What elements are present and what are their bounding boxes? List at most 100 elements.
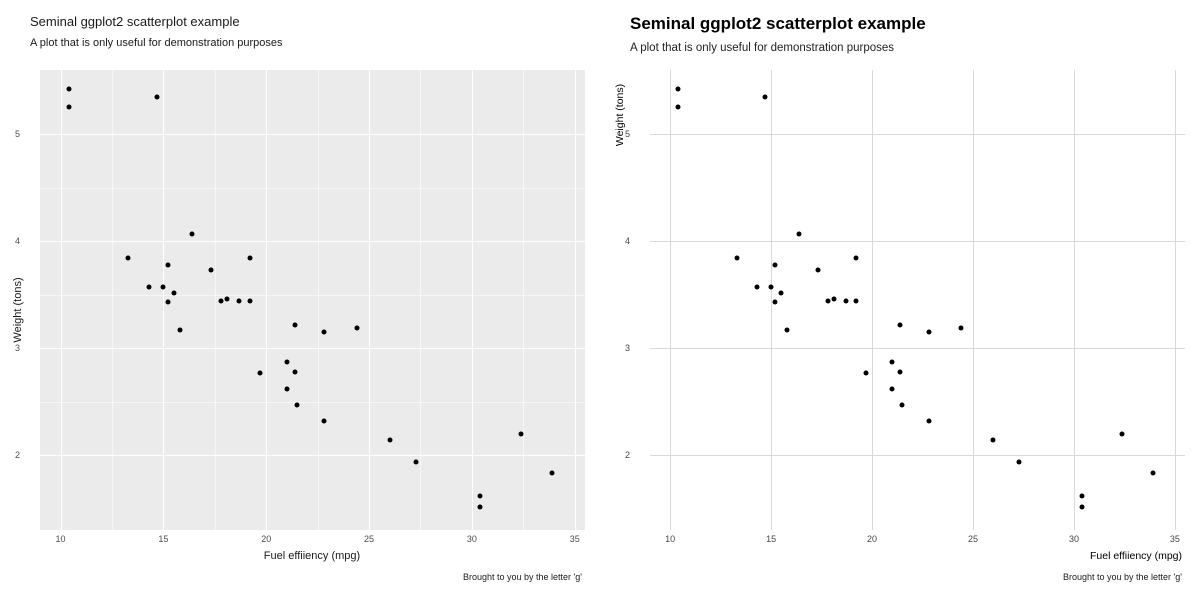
data-point bbox=[293, 323, 298, 328]
data-point bbox=[519, 431, 524, 436]
x-tick-label: 25 bbox=[968, 534, 978, 544]
chart-title: Seminal ggplot2 scatterplot example bbox=[630, 14, 1200, 34]
chart-right: Seminal ggplot2 scatterplot example A pl… bbox=[600, 0, 1200, 600]
data-point bbox=[734, 256, 739, 261]
x-tick-label: 15 bbox=[766, 534, 776, 544]
data-point bbox=[295, 403, 300, 408]
y-tick-label: 4 bbox=[15, 236, 20, 246]
data-point bbox=[66, 86, 71, 91]
y-tick-label: 4 bbox=[625, 236, 630, 246]
data-point bbox=[676, 86, 681, 91]
data-point bbox=[853, 255, 858, 260]
data-point bbox=[797, 231, 802, 236]
x-tick-label: 35 bbox=[570, 534, 580, 544]
data-point bbox=[769, 285, 774, 290]
data-point bbox=[755, 285, 760, 290]
data-point bbox=[900, 403, 905, 408]
chart-left: Seminal ggplot2 scatterplot example A pl… bbox=[0, 0, 600, 600]
data-point bbox=[354, 325, 359, 330]
x-axis-label: Fuel effiiency (mpg) bbox=[264, 550, 360, 562]
panel-background bbox=[40, 70, 585, 530]
y-tick-label: 3 bbox=[625, 343, 630, 353]
data-point bbox=[898, 323, 903, 328]
data-point bbox=[177, 327, 182, 332]
data-point bbox=[478, 494, 483, 499]
data-point bbox=[864, 370, 869, 375]
plot-area bbox=[40, 70, 585, 530]
y-tick-label: 2 bbox=[625, 450, 630, 460]
y-tick-label: 5 bbox=[15, 129, 20, 139]
chart-pair: Seminal ggplot2 scatterplot example A pl… bbox=[0, 0, 1200, 600]
data-point bbox=[165, 262, 170, 267]
data-point bbox=[1080, 505, 1085, 510]
data-point bbox=[293, 369, 298, 374]
data-point bbox=[258, 370, 263, 375]
data-point bbox=[387, 438, 392, 443]
x-tick-label: 15 bbox=[158, 534, 168, 544]
y-tick-label: 2 bbox=[15, 450, 20, 460]
x-tick-label: 35 bbox=[1170, 534, 1180, 544]
data-point bbox=[843, 299, 848, 304]
x-tick-label: 30 bbox=[467, 534, 477, 544]
x-tick-label: 10 bbox=[665, 534, 675, 544]
data-point bbox=[1150, 470, 1155, 475]
data-point bbox=[147, 285, 152, 290]
data-point bbox=[247, 255, 252, 260]
x-axis-label: Fuel effiiency (mpg) bbox=[1090, 550, 1182, 562]
chart-caption: Brought to you by the letter 'g' bbox=[1063, 572, 1182, 582]
x-tick-label: 20 bbox=[867, 534, 877, 544]
data-point bbox=[161, 285, 166, 290]
data-point bbox=[155, 95, 160, 100]
data-point bbox=[1120, 431, 1125, 436]
data-point bbox=[890, 359, 895, 364]
data-point bbox=[171, 290, 176, 295]
x-tick-label: 30 bbox=[1069, 534, 1079, 544]
data-point bbox=[773, 262, 778, 267]
data-point bbox=[831, 296, 836, 301]
data-point bbox=[676, 105, 681, 110]
data-point bbox=[284, 359, 289, 364]
data-point bbox=[815, 268, 820, 273]
y-axis-label: Weight (tons) bbox=[12, 277, 24, 342]
data-point bbox=[991, 438, 996, 443]
data-point bbox=[225, 296, 230, 301]
data-point bbox=[218, 299, 223, 304]
data-point bbox=[890, 386, 895, 391]
data-point bbox=[208, 268, 213, 273]
data-point bbox=[321, 418, 326, 423]
chart-title: Seminal ggplot2 scatterplot example bbox=[30, 14, 600, 29]
chart-subtitle: A plot that is only useful for demonstra… bbox=[30, 37, 600, 49]
data-point bbox=[478, 505, 483, 510]
data-point bbox=[825, 299, 830, 304]
data-point bbox=[126, 256, 131, 261]
data-point bbox=[853, 299, 858, 304]
data-point bbox=[763, 95, 768, 100]
x-tick-label: 10 bbox=[56, 534, 66, 544]
data-point bbox=[926, 418, 931, 423]
data-point bbox=[779, 290, 784, 295]
data-point bbox=[926, 330, 931, 335]
data-point bbox=[550, 470, 555, 475]
data-point bbox=[165, 299, 170, 304]
data-point bbox=[773, 299, 778, 304]
title-block: Seminal ggplot2 scatterplot example A pl… bbox=[600, 0, 1200, 54]
data-point bbox=[785, 327, 790, 332]
plot-area bbox=[650, 70, 1185, 530]
data-point bbox=[190, 231, 195, 236]
y-tick-label: 5 bbox=[625, 129, 630, 139]
chart-caption: Brought to you by the letter 'g' bbox=[463, 572, 582, 582]
x-tick-label: 25 bbox=[364, 534, 374, 544]
y-tick-label: 3 bbox=[15, 343, 20, 353]
data-point bbox=[66, 105, 71, 110]
data-point bbox=[284, 386, 289, 391]
x-tick-label: 20 bbox=[261, 534, 271, 544]
data-point bbox=[898, 369, 903, 374]
data-point bbox=[1017, 460, 1022, 465]
data-point bbox=[247, 299, 252, 304]
data-point bbox=[321, 330, 326, 335]
data-point bbox=[237, 299, 242, 304]
data-point bbox=[958, 325, 963, 330]
chart-subtitle: A plot that is only useful for demonstra… bbox=[630, 42, 1200, 54]
data-point bbox=[1080, 494, 1085, 499]
title-block: Seminal ggplot2 scatterplot example A pl… bbox=[0, 0, 600, 49]
